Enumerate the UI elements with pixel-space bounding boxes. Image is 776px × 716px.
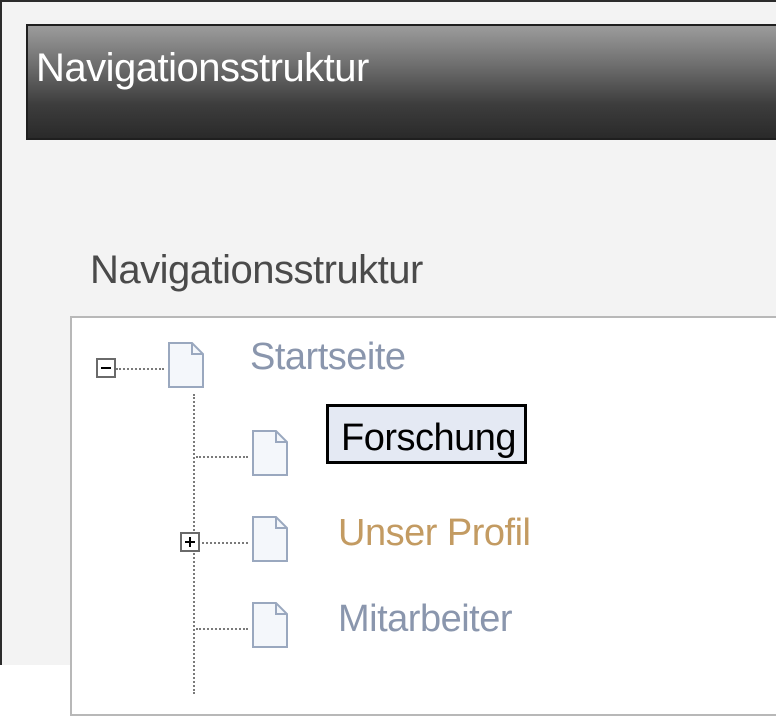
expand-toggle-unser-profil[interactable]	[180, 532, 200, 552]
minus-icon	[101, 367, 111, 369]
tree-node-forschung[interactable]: Forschung	[326, 404, 528, 464]
window-frame: Navigationsstruktur Navigationsstruktur …	[0, 0, 776, 716]
tree-node-unser-profil[interactable]: Unser Profil	[338, 512, 531, 555]
tree-node-mitarbeiter[interactable]: Mitarbeiter	[338, 598, 513, 641]
collapse-toggle-startseite[interactable]	[96, 358, 116, 378]
section-heading: Navigationsstruktur	[90, 248, 423, 292]
plus-icon	[185, 537, 195, 547]
tree-connector	[196, 628, 248, 630]
navigation-tree: Startseite Forschung Unser Profil Mitarb…	[70, 316, 776, 716]
page-icon	[252, 430, 288, 476]
tree-node-startseite[interactable]: Startseite	[250, 336, 406, 379]
tree-connector	[116, 368, 164, 370]
page-icon	[252, 516, 288, 562]
tree-connector	[202, 542, 248, 544]
page-icon	[252, 602, 288, 648]
page-icon	[168, 342, 204, 388]
panel-title: Navigationsstruktur	[36, 46, 369, 90]
tree-connector	[196, 456, 248, 458]
